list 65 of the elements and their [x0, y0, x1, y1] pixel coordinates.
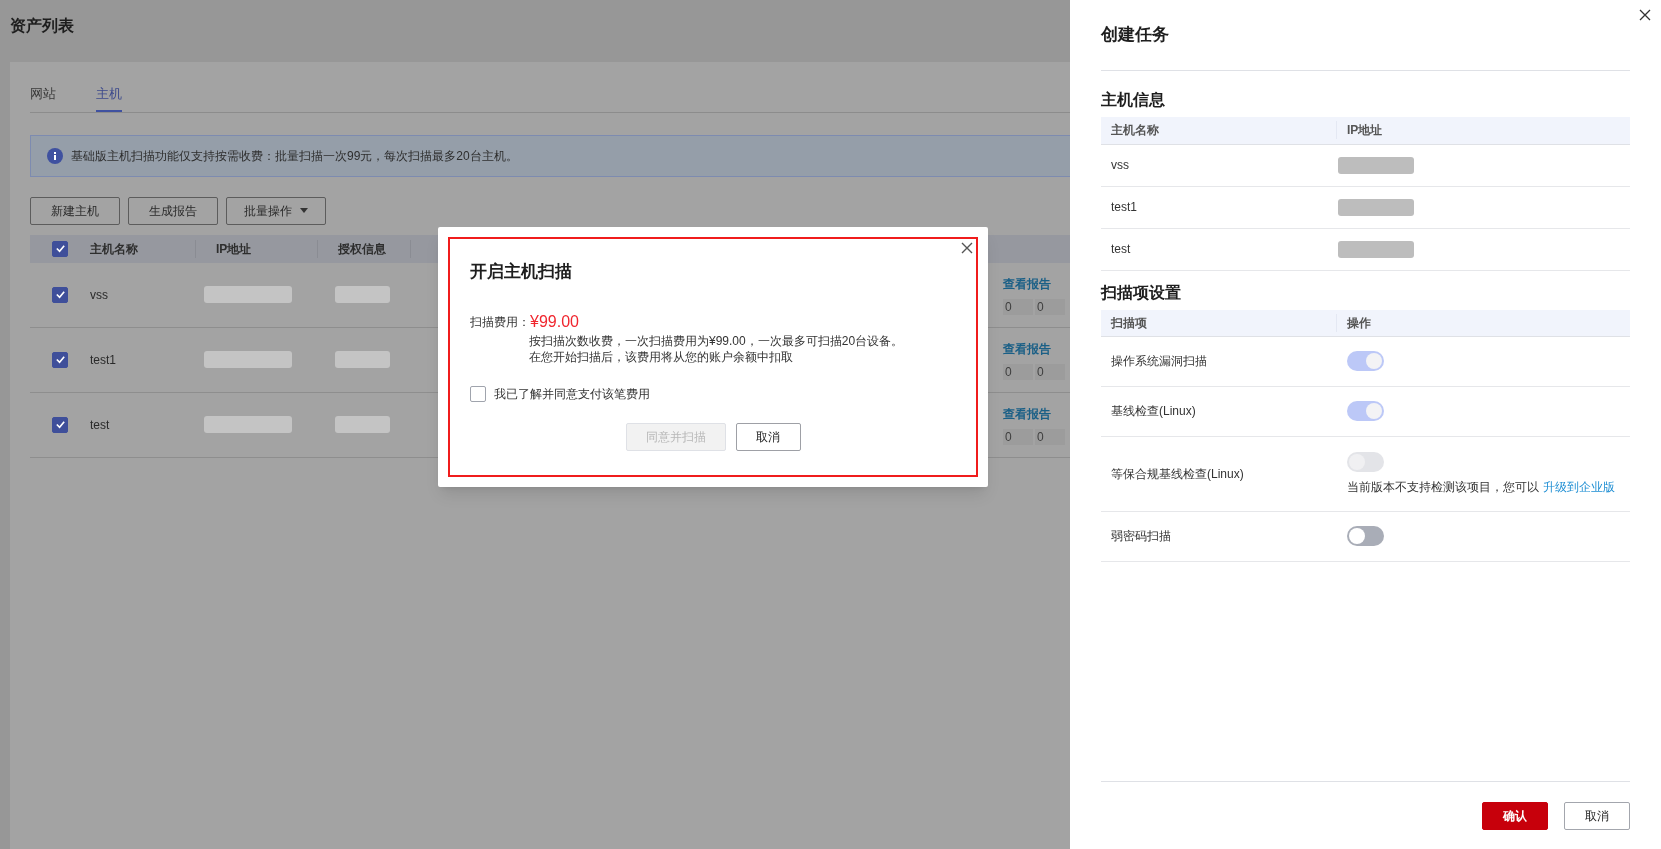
toggle-switch[interactable] [1347, 526, 1384, 546]
drawer-title: 创建任务 [1101, 24, 1170, 46]
column-header: 扫描项 [1101, 313, 1337, 332]
fee-note: 在您开始扫描后，该费用将从您的账户余额中扣取 [529, 348, 794, 365]
report-link[interactable]: 查看报告 [1003, 274, 1065, 293]
close-icon[interactable] [960, 241, 974, 255]
page-title: 资产列表 [10, 16, 75, 36]
toolbar-button[interactable]: 新建主机 [30, 196, 120, 225]
unsupported-note: 当前版本不支持检测该项目，您可以 [1347, 478, 1539, 496]
checkbox[interactable] [52, 351, 68, 368]
checkbox[interactable] [52, 286, 68, 303]
checkbox[interactable] [52, 416, 68, 433]
host-name: test [1110, 241, 1132, 258]
count-cell: 0 [1035, 428, 1065, 445]
agree-label: 我已了解并同意支付该笔费用 [494, 385, 650, 403]
fee-note: 按扫描次数收费，一次扫描费用为¥99.00，一次最多可扫描20台设备。 [529, 332, 905, 349]
count-cell: 0 [1035, 298, 1065, 315]
info-text: 基础版主机扫描功能仅支持按需收费：批量扫描一次99元，每次扫描最多20台主机。 [71, 147, 518, 165]
scan-item-label: 操作系统漏洞扫描 [1110, 353, 1208, 370]
toggle-switch[interactable] [1347, 351, 1384, 371]
column-header: IP地址 [196, 239, 318, 258]
redacted-block [335, 286, 390, 303]
fee-amount: ¥99.00 [530, 312, 579, 331]
count-cell: 0 [1003, 363, 1033, 380]
scan-item-label: 等保合规基线检查(Linux) [1110, 465, 1245, 483]
report-link[interactable]: 查看报告 [1003, 404, 1065, 423]
scan-item-label: 弱密码扫描 [1110, 528, 1172, 545]
close-icon[interactable] [1639, 9, 1651, 21]
report-link[interactable]: 查看报告 [1003, 339, 1065, 358]
tab[interactable]: 主机 [96, 84, 122, 112]
modal-title: 开启主机扫描 [470, 261, 573, 283]
count-cell: 0 [1003, 298, 1033, 315]
host-name: test [90, 416, 111, 434]
cancel-button[interactable]: 取消 [735, 422, 801, 451]
redacted-block [335, 416, 390, 433]
column-header: 主机名称 [90, 239, 196, 258]
redacted-block [335, 351, 390, 368]
checkmark-icon [54, 354, 66, 365]
host-name: vss [90, 286, 109, 304]
host-name: vss [1110, 157, 1130, 174]
tab[interactable]: 网站 [30, 84, 56, 112]
host-name: test1 [1110, 199, 1138, 216]
cancel-button[interactable]: 取消 [1564, 802, 1630, 830]
checkbox[interactable] [52, 240, 68, 257]
toolbar-button[interactable]: 生成报告 [128, 196, 218, 225]
count-cell: 0 [1003, 428, 1033, 445]
checkmark-icon [54, 243, 66, 254]
section-heading: 主机信息 [1101, 89, 1166, 110]
dropdown-button[interactable]: 批量操作 [226, 196, 326, 225]
checkmark-icon [54, 289, 66, 300]
column-header: IP地址 [1346, 122, 1383, 139]
section-heading: 扫描项设置 [1101, 282, 1182, 303]
info-icon [47, 147, 63, 164]
column-header: 授权信息 [318, 239, 411, 258]
checkbox[interactable] [470, 385, 486, 402]
checkmark-icon [54, 419, 66, 430]
host-name: test1 [90, 351, 117, 369]
scan-item-label: 基线检查(Linux) [1110, 403, 1197, 420]
count-cell: 0 [1035, 363, 1065, 380]
fee-label: 扫描费用： [470, 313, 530, 331]
confirm-button[interactable]: 确认 [1482, 802, 1548, 830]
column-header: 操作 [1346, 314, 1371, 332]
column-header: 主机名称 [1101, 121, 1337, 139]
toggle-switch[interactable] [1347, 401, 1384, 421]
caret-icon [300, 208, 308, 213]
